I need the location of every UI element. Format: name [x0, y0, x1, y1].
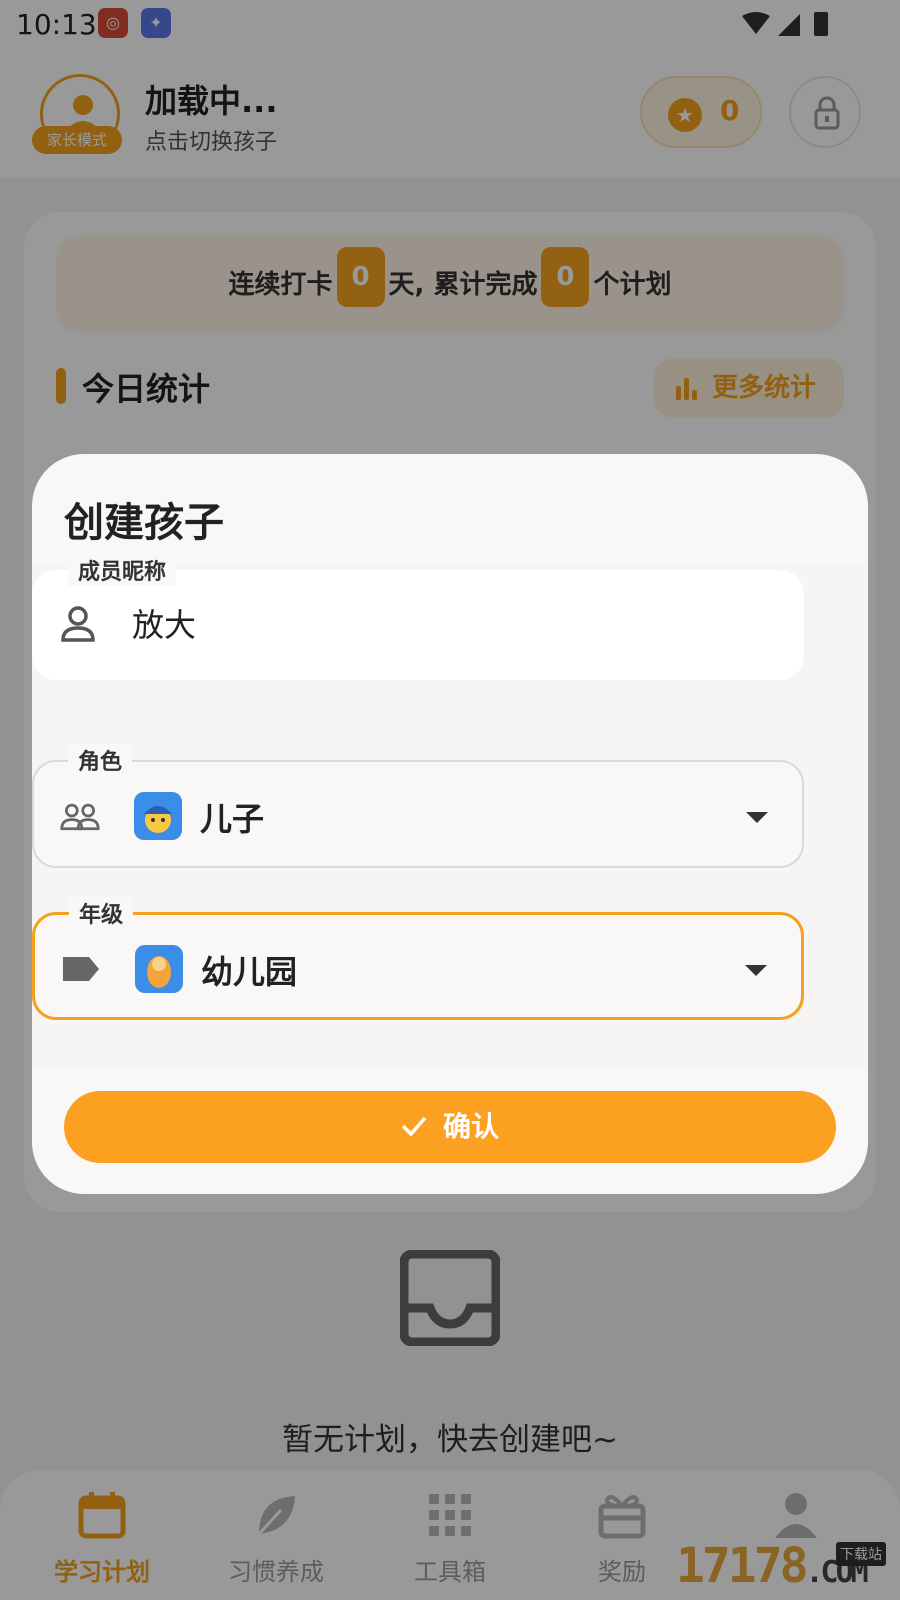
grade-select[interactable]: 年级 幼儿园: [32, 897, 804, 1020]
nickname-input[interactable]: 放大: [132, 600, 196, 646]
check-icon: [401, 1116, 427, 1136]
grade-label: 年级: [69, 897, 134, 929]
confirm-label: 确认: [442, 1110, 499, 1143]
dropdown-caret-icon: [745, 965, 767, 976]
son-emoji-icon: [134, 792, 182, 840]
role-select[interactable]: 角色 儿子: [32, 744, 804, 868]
baby-emoji-icon: [135, 945, 183, 993]
role-label: 角色: [68, 744, 133, 776]
nickname-label: 成员昵称: [68, 554, 177, 586]
group-icon: [60, 803, 100, 831]
nickname-field[interactable]: 成员昵称 放大: [32, 554, 804, 680]
confirm-button[interactable]: 确认: [64, 1091, 836, 1163]
person-outline-icon: [61, 606, 95, 642]
dialog-title: 创建孩子: [64, 500, 224, 546]
grade-value: 幼儿园: [201, 953, 298, 991]
tag-icon: [63, 957, 99, 981]
dropdown-caret-icon: [746, 812, 768, 823]
role-value: 儿子: [200, 800, 265, 838]
